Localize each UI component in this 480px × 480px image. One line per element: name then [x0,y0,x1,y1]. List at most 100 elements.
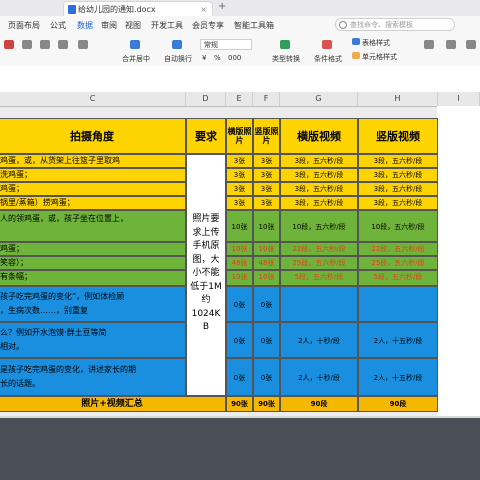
menu-data[interactable]: 数据 [77,20,93,31]
portrait-photo-cell[interactable]: 3张 [253,196,280,210]
cell-style-button[interactable]: 单元格样式 [362,52,397,62]
header-landscape-photo[interactable]: 横版照片 [226,118,253,154]
landscape-photo-cell[interactable]: 3张 [226,168,253,182]
type-convert-icon[interactable] [280,40,290,49]
header-portrait-photo[interactable]: 竖版照片 [253,118,280,154]
align-icon[interactable] [22,40,32,49]
menu-page-layout[interactable]: 页面布局 [8,20,40,31]
table-style-button[interactable]: 表格样式 [362,38,390,48]
landscape-photo-cell[interactable]: 10张 [226,210,253,242]
conditional-format-button[interactable]: 条件格式 [314,54,342,64]
portrait-video-cell[interactable] [358,286,438,322]
angle-cell[interactable]: 鸡蛋； [0,182,186,196]
landscape-photo-cell[interactable]: 3张 [226,154,253,168]
landscape-video-cell[interactable]: 2人，十秒/段 [280,358,358,396]
header-landscape-video[interactable]: 横版视频 [280,118,358,154]
summary-portrait-photo[interactable]: 90张 [253,396,280,412]
formula-bar[interactable] [0,66,480,81]
filter-icon[interactable] [446,40,456,49]
document-tab[interactable]: 给幼儿园的通知.docx × [63,1,213,16]
portrait-video-cell[interactable]: 3段，五六秒/段 [358,182,438,196]
portrait-video-cell[interactable]: 2人，十五秒/段 [358,358,438,396]
wrap-text-button[interactable]: 自动换行 [164,54,192,64]
angle-cell[interactable]: 是孩子吃完鸡蛋的变化，讲述家长的期 长的话题。 [0,358,186,396]
merge-icon[interactable] [130,40,140,49]
landscape-photo-cell[interactable]: 0张 [226,358,253,396]
landscape-video-cell[interactable]: 3段，五六秒/段 [280,196,358,210]
menu-smart-toolbox[interactable]: 智能工具箱 [234,20,274,31]
landscape-video-cell[interactable]: 3段，五六秒/段 [280,154,358,168]
angle-cell[interactable]: 么？例如开水泡馍·群土豆等简 相对。 [0,322,186,358]
portrait-photo-cell[interactable]: 10张 [253,270,280,286]
summary-landscape-video[interactable]: 90段 [280,396,358,412]
portrait-video-cell[interactable]: 3段，五六秒/段 [358,154,438,168]
portrait-photo-cell[interactable]: 0张 [253,322,280,358]
landscape-photo-cell[interactable]: 48张 [226,256,253,270]
wrap-icon[interactable] [172,40,182,49]
number-format-select[interactable]: 常规 [200,39,252,50]
summary-landscape-photo[interactable]: 90张 [226,396,253,412]
requirement-cell[interactable]: 照片要 求上传 手机原 图，大 小不能 低于1M 约 1024K B [186,154,226,396]
landscape-video-cell[interactable]: 22段，五六秒/段 [280,242,358,256]
column-header-d[interactable]: D [186,92,226,106]
column-header-c[interactable]: C [0,92,186,106]
portrait-video-cell[interactable]: 3段，五六秒/段 [358,168,438,182]
column-header-g[interactable]: G [280,92,358,106]
currency-symbol[interactable]: ¥ [202,54,206,62]
portrait-video-cell[interactable]: 3段，五六秒/段 [358,196,438,210]
summary-portrait-video[interactable]: 90段 [358,396,438,412]
percent-symbol[interactable]: % [214,54,221,62]
angle-cell[interactable]: 洗鸡蛋； [0,168,186,182]
landscape-video-cell[interactable]: 25段，五六秒/段 [280,256,358,270]
portrait-photo-cell[interactable]: 0张 [253,358,280,396]
sum-icon[interactable] [424,40,434,49]
angle-cell[interactable]: 笑容）； [0,256,186,270]
menu-view[interactable]: 视图 [125,20,141,31]
portrait-video-cell[interactable]: 2人，十五秒/段 [358,322,438,358]
portrait-photo-cell[interactable]: 10张 [253,242,280,256]
portrait-photo-cell[interactable]: 3张 [253,154,280,168]
sort-icon[interactable] [466,40,476,49]
table-style-icon[interactable] [352,38,360,45]
close-tab-icon[interactable]: × [200,2,207,17]
landscape-photo-cell[interactable]: 10张 [226,270,253,286]
portrait-video-cell[interactable]: 10段，五六秒/段 [358,210,438,242]
landscape-video-cell[interactable] [280,286,358,322]
portrait-photo-cell[interactable]: 0张 [253,286,280,322]
landscape-video-cell[interactable]: 10段，五六秒/段 [280,210,358,242]
menu-review[interactable]: 审阅 [101,20,117,31]
menu-formulas[interactable]: 公式 [50,20,66,31]
column-header-e[interactable]: E [226,92,253,106]
cell-style-icon[interactable] [352,52,360,59]
landscape-photo-cell[interactable]: 10张 [226,242,253,256]
column-header-h[interactable]: H [358,92,438,106]
landscape-video-cell[interactable]: 5段，五六秒/段 [280,270,358,286]
align-right-icon[interactable] [58,40,68,49]
portrait-photo-cell[interactable]: 3张 [253,168,280,182]
type-convert-button[interactable]: 类型转换 [272,54,300,64]
summary-label[interactable]: 照片+视频汇总 [0,396,226,412]
angle-cell[interactable]: 孩子吃完鸡蛋的变化”，例如体检顾 ，生病次数……，别重复 [0,286,186,322]
landscape-video-cell[interactable]: 3段，五六秒/段 [280,168,358,182]
column-header-i[interactable]: I [438,92,480,106]
new-tab-icon[interactable]: + [218,1,226,12]
landscape-video-cell[interactable]: 3段，五六秒/段 [280,182,358,196]
header-require[interactable]: 要求 [186,118,226,154]
menu-member[interactable]: 会员专享 [192,20,224,31]
thousands-symbol[interactable]: 000 [228,54,241,62]
landscape-photo-cell[interactable]: 0张 [226,322,253,358]
align-center-icon[interactable] [40,40,50,49]
header-portrait-video[interactable]: 竖版视频 [358,118,438,154]
angle-cell[interactable]: 鸡蛋，或，从货架上往篮子里取鸡 [0,154,186,168]
angle-cell[interactable]: 锅里/蒸箱）捞鸡蛋； [0,196,186,210]
portrait-photo-cell[interactable]: 3张 [253,182,280,196]
font-color-icon[interactable] [4,40,14,49]
landscape-photo-cell[interactable]: 3张 [226,182,253,196]
command-search-input[interactable]: 查找命令、搜索模板 [335,18,455,31]
portrait-video-cell[interactable]: 22段，五六秒/段 [358,242,438,256]
angle-cell[interactable]: 鸡蛋； [0,242,186,256]
menu-developer[interactable]: 开发工具 [151,20,183,31]
angle-cell[interactable]: 有条幅； [0,270,186,286]
portrait-photo-cell[interactable]: 10张 [253,210,280,242]
column-header-f[interactable]: F [253,92,280,106]
